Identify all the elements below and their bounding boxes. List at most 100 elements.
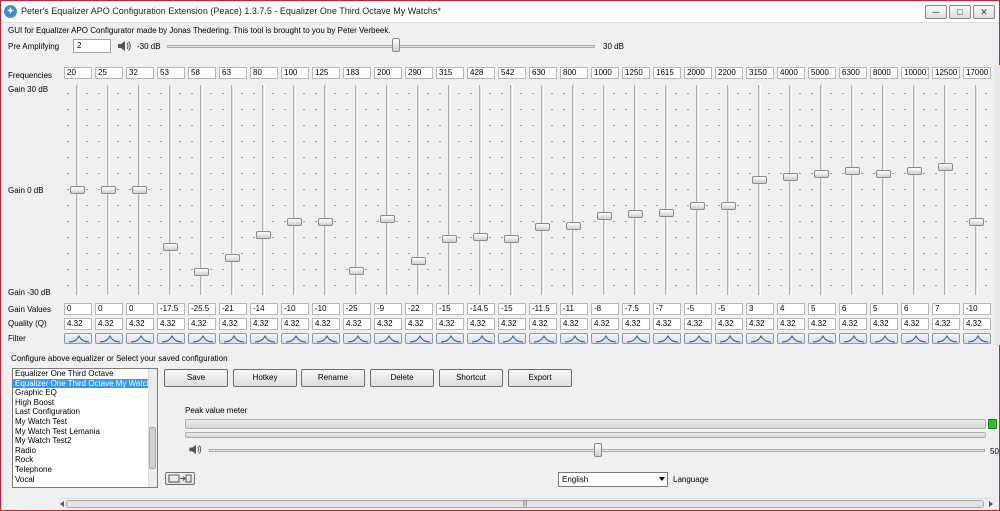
gain-slider-thumb[interactable] — [70, 186, 85, 194]
frequency-input[interactable]: 315 — [436, 67, 464, 79]
gain-value-input[interactable]: -5 — [715, 303, 743, 315]
filter-type-button[interactable] — [591, 333, 619, 344]
gain-slider-thumb[interactable] — [287, 218, 302, 227]
gain-slider-thumb[interactable] — [132, 186, 147, 194]
gain-slider-track[interactable] — [975, 85, 978, 295]
filter-type-button[interactable] — [343, 333, 371, 344]
gain-value-input[interactable]: -10 — [963, 303, 991, 315]
volume-icon[interactable] — [188, 443, 202, 456]
frequency-input[interactable]: 3150 — [746, 67, 774, 79]
filter-type-button[interactable] — [932, 333, 960, 344]
gain-slider-thumb[interactable] — [225, 253, 240, 262]
filter-type-button[interactable] — [405, 333, 433, 344]
quality-input[interactable]: 4.32 — [219, 318, 247, 330]
filter-type-button[interactable] — [622, 333, 650, 344]
delete-button[interactable]: Delete — [370, 369, 434, 387]
gain-value-input[interactable]: -5 — [684, 303, 712, 315]
gain-value-input[interactable]: 5 — [870, 303, 898, 315]
gain-value-input[interactable]: -8 — [591, 303, 619, 315]
scroll-left-icon[interactable] — [60, 501, 64, 507]
frequency-input[interactable]: 125 — [312, 67, 340, 79]
config-list-item[interactable]: High Boost — [13, 398, 148, 408]
config-list-item[interactable]: Telephone — [13, 465, 148, 475]
gain-slider-thumb[interactable] — [411, 257, 426, 266]
config-list-item[interactable]: Rock — [13, 455, 148, 465]
gain-slider-thumb[interactable] — [504, 234, 519, 243]
gain-slider-thumb[interactable] — [814, 169, 829, 178]
config-list-item[interactable]: Graphic EQ — [13, 388, 148, 398]
filter-type-button[interactable] — [436, 333, 464, 344]
frequency-input[interactable]: 25 — [95, 67, 123, 79]
filter-type-button[interactable] — [870, 333, 898, 344]
quality-input[interactable]: 4.32 — [932, 318, 960, 330]
quality-input[interactable]: 4.32 — [467, 318, 495, 330]
config-list-item[interactable]: Vocal — [13, 475, 148, 485]
list-scrollbar-thumb[interactable] — [149, 427, 156, 469]
gain-slider-thumb[interactable] — [256, 231, 271, 240]
gain-slider-thumb[interactable] — [969, 218, 984, 227]
frequency-input[interactable]: 32 — [126, 67, 154, 79]
filter-type-button[interactable] — [777, 333, 805, 344]
gain-slider-track[interactable] — [944, 85, 947, 295]
filter-type-button[interactable] — [808, 333, 836, 344]
gain-value-input[interactable]: -25.5 — [188, 303, 216, 315]
horizontal-scrollbar-thumb[interactable]: ||| — [66, 500, 984, 508]
volume-slider-thumb[interactable] — [594, 443, 602, 457]
frequency-input[interactable]: 200 — [374, 67, 402, 79]
gain-value-input[interactable]: -7.5 — [622, 303, 650, 315]
quality-input[interactable]: 4.32 — [870, 318, 898, 330]
gain-slider-thumb[interactable] — [845, 166, 860, 175]
rename-button[interactable]: Rename — [301, 369, 365, 387]
frequency-input[interactable]: 2000 — [684, 67, 712, 79]
quality-input[interactable]: 4.32 — [374, 318, 402, 330]
quality-input[interactable]: 4.32 — [808, 318, 836, 330]
speaker-icon[interactable] — [117, 39, 131, 53]
gain-slider-track[interactable] — [541, 85, 544, 295]
pre-amp-slider-thumb[interactable] — [392, 38, 400, 52]
filter-type-button[interactable] — [467, 333, 495, 344]
frequency-input[interactable]: 63 — [219, 67, 247, 79]
frequency-input[interactable]: 17000 — [963, 67, 991, 79]
gain-slider-track[interactable] — [820, 85, 823, 295]
quality-input[interactable]: 4.32 — [653, 318, 681, 330]
config-list-item[interactable]: Equalizer One Third Octave My Watchs — [13, 378, 148, 389]
export-button[interactable]: Export — [508, 369, 572, 387]
quality-input[interactable]: 4.32 — [963, 318, 991, 330]
frequency-input[interactable]: 20 — [64, 67, 92, 79]
filter-type-button[interactable] — [157, 333, 185, 344]
gain-value-input[interactable]: -25 — [343, 303, 371, 315]
quality-input[interactable]: 4.32 — [343, 318, 371, 330]
gain-slider-track[interactable] — [696, 85, 699, 295]
gain-value-input[interactable]: -22 — [405, 303, 433, 315]
frequency-input[interactable]: 58 — [188, 67, 216, 79]
quality-input[interactable]: 4.32 — [622, 318, 650, 330]
gain-slider-thumb[interactable] — [783, 173, 798, 182]
quality-input[interactable]: 4.32 — [312, 318, 340, 330]
frequency-input[interactable]: 10000 — [901, 67, 929, 79]
frequency-input[interactable]: 8000 — [870, 67, 898, 79]
gain-slider-thumb[interactable] — [938, 163, 953, 172]
gain-slider-track[interactable] — [603, 85, 606, 295]
gain-slider-track[interactable] — [262, 85, 265, 295]
gain-slider-thumb[interactable] — [907, 166, 922, 175]
gain-value-input[interactable]: -9 — [374, 303, 402, 315]
quality-input[interactable]: 4.32 — [95, 318, 123, 330]
vertical-scrollbar[interactable] — [994, 65, 1000, 345]
frequency-input[interactable]: 428 — [467, 67, 495, 79]
quality-input[interactable]: 4.32 — [436, 318, 464, 330]
config-list-item[interactable]: My Watch Test2 — [13, 436, 148, 446]
frequency-input[interactable]: 630 — [529, 67, 557, 79]
gain-slider-track[interactable] — [510, 85, 513, 295]
frequency-input[interactable]: 100 — [281, 67, 309, 79]
frequency-input[interactable]: 53 — [157, 67, 185, 79]
gain-slider-track[interactable] — [355, 85, 358, 295]
gain-slider-track[interactable] — [634, 85, 637, 295]
gain-slider-track[interactable] — [789, 85, 792, 295]
gain-value-input[interactable]: 0 — [64, 303, 92, 315]
frequency-input[interactable]: 5000 — [808, 67, 836, 79]
frequency-input[interactable]: 1615 — [653, 67, 681, 79]
quality-input[interactable]: 4.32 — [126, 318, 154, 330]
quality-input[interactable]: 4.32 — [157, 318, 185, 330]
gain-slider-thumb[interactable] — [442, 234, 457, 243]
gain-value-input[interactable]: 6 — [901, 303, 929, 315]
